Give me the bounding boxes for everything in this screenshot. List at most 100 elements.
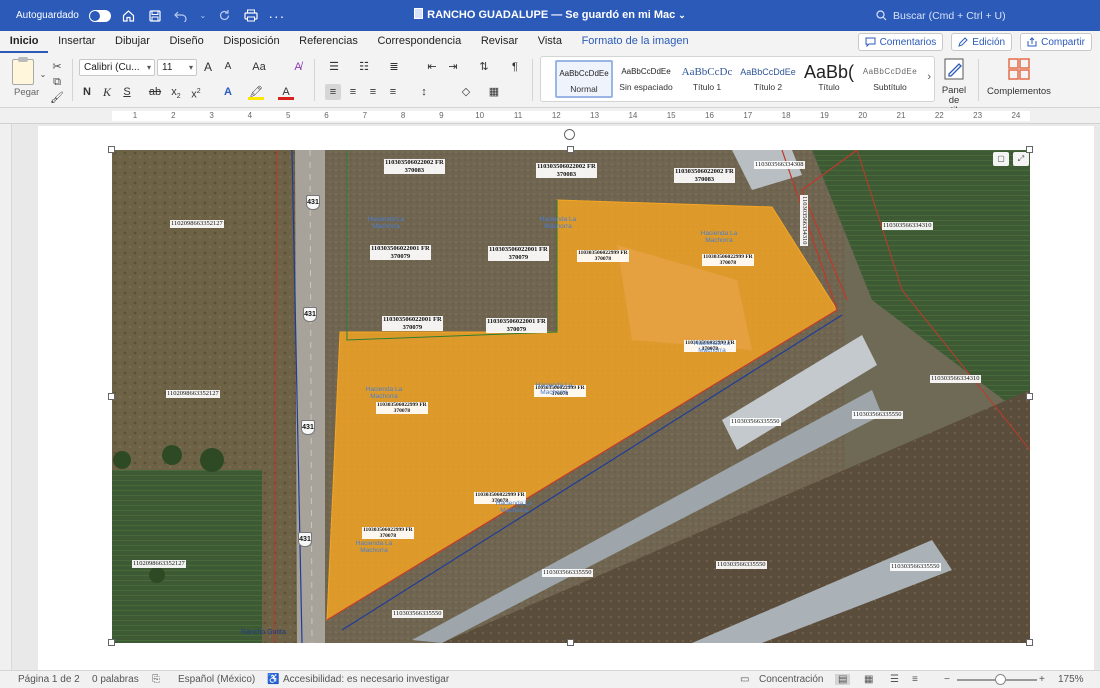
proofing-icon[interactable]: ⎘ bbox=[152, 674, 160, 685]
focus-mode[interactable]: Concentración bbox=[759, 674, 823, 685]
zoom-out-icon[interactable]: − bbox=[944, 674, 950, 685]
page-count[interactable]: Página 1 de 2 bbox=[18, 674, 80, 685]
highlight-icon[interactable]: 🖍 bbox=[248, 84, 264, 100]
resize-handle-e[interactable] bbox=[1026, 393, 1033, 400]
style-normal[interactable]: AaBbCcDdEe Normal bbox=[555, 60, 613, 98]
resize-handle-sw[interactable] bbox=[108, 639, 115, 646]
tab-dibujar[interactable]: Dibujar bbox=[105, 31, 159, 53]
map-image[interactable]: 431 431 431 431 1102098663352127 1102098… bbox=[112, 150, 1030, 643]
chevron-right-icon[interactable]: › bbox=[927, 71, 931, 83]
zoom-slider-thumb[interactable] bbox=[995, 674, 1006, 685]
web-layout-icon[interactable]: ▦ bbox=[864, 674, 873, 685]
numbering-icon[interactable]: ☷ bbox=[356, 59, 372, 75]
rotate-handle[interactable] bbox=[564, 129, 575, 140]
clipboard-icon[interactable] bbox=[12, 57, 34, 85]
chevron-down-icon[interactable]: ⌄ bbox=[36, 67, 50, 81]
font-color-button[interactable]: A bbox=[278, 84, 294, 100]
shading-icon[interactable]: ◇ bbox=[458, 84, 474, 100]
paste-label[interactable]: Pegar bbox=[14, 87, 39, 98]
tab-vista[interactable]: Vista bbox=[528, 31, 572, 53]
align-left-icon[interactable]: ≡ bbox=[325, 84, 341, 100]
redo-icon[interactable] bbox=[217, 8, 233, 24]
justify-icon[interactable]: ≡ bbox=[385, 84, 401, 100]
search-box[interactable]: Buscar (Cmd + Ctrl + U) bbox=[876, 7, 1086, 24]
tab-diseno[interactable]: Diseño bbox=[160, 31, 214, 53]
more-options-icon[interactable]: ··· bbox=[268, 8, 285, 24]
scissors-icon[interactable]: ✂ bbox=[50, 59, 64, 73]
style-titulo-1[interactable]: AaBbCcDc Título 1 bbox=[678, 60, 736, 98]
comments-button[interactable]: Comentarios bbox=[857, 33, 944, 51]
addins-button[interactable]: Complementos bbox=[986, 57, 1052, 97]
resize-handle-n[interactable] bbox=[567, 146, 574, 153]
copy-icon[interactable]: ⧉ bbox=[50, 75, 64, 89]
chevron-down-icon[interactable]: ⌄ bbox=[678, 10, 686, 20]
horizontal-ruler[interactable]: 1 2 3 4 5 6 7 8 9 10 11 12 13 14 15 16 17 18 19 20 21 22 23 24 bbox=[0, 108, 1100, 124]
focus-icon[interactable]: ▭ bbox=[740, 674, 749, 685]
language[interactable]: Español (México) bbox=[178, 674, 255, 685]
superscript-button[interactable]: x2 bbox=[188, 84, 204, 101]
zoom-in-icon[interactable]: + bbox=[1039, 674, 1045, 685]
change-case-button[interactable]: Aa bbox=[248, 59, 270, 75]
grow-font-button[interactable]: A bbox=[200, 59, 216, 75]
subscript-button[interactable]: x2 bbox=[168, 84, 184, 100]
zoom-level[interactable]: 175% bbox=[1058, 674, 1084, 685]
accessibility-status[interactable]: Accesibilidad: es necesario investigar bbox=[283, 674, 449, 685]
underline-button[interactable]: S bbox=[119, 84, 135, 100]
ruler-number: 4 bbox=[247, 111, 253, 120]
increase-indent-icon[interactable]: ⇥ bbox=[445, 59, 461, 75]
bold-button[interactable]: N bbox=[79, 84, 95, 100]
style-titulo-2[interactable]: AaBbCcDdEe Título 2 bbox=[739, 60, 797, 98]
show-formatting-button[interactable]: ¶ bbox=[507, 59, 523, 75]
resize-handle-w[interactable] bbox=[108, 393, 115, 400]
tab-correspondencia[interactable]: Correspondencia bbox=[368, 31, 471, 53]
tab-insertar[interactable]: Insertar bbox=[48, 31, 105, 53]
font-size-select[interactable]: 11 ▾ bbox=[157, 59, 197, 76]
style-sin-espaciado[interactable]: AaBbCcDdEe Sin espaciado bbox=[617, 60, 675, 98]
sort-icon[interactable]: ⇅ bbox=[476, 59, 492, 75]
share-button[interactable]: Compartir bbox=[1020, 33, 1092, 51]
strikethrough-button[interactable]: ab bbox=[147, 84, 163, 100]
clear-format-icon[interactable]: A̸ bbox=[290, 59, 306, 75]
bullets-icon[interactable]: ☰ bbox=[326, 59, 342, 75]
borders-icon[interactable]: ▦ bbox=[486, 84, 502, 100]
outline-icon[interactable]: ☰ bbox=[890, 674, 899, 685]
shrink-font-button[interactable]: A bbox=[220, 59, 236, 75]
italic-button[interactable]: K bbox=[99, 84, 115, 100]
draft-icon[interactable]: ≡ bbox=[912, 674, 918, 685]
align-right-icon[interactable]: ≡ bbox=[365, 84, 381, 100]
tab-formato-imagen[interactable]: Formato de la imagen bbox=[572, 31, 699, 53]
align-center-icon[interactable]: ≡ bbox=[345, 84, 361, 100]
vertical-ruler[interactable] bbox=[0, 124, 12, 670]
resize-handle-s[interactable] bbox=[567, 639, 574, 646]
decrease-indent-icon[interactable]: ⇤ bbox=[424, 59, 440, 75]
resize-handle-ne[interactable] bbox=[1026, 146, 1033, 153]
style-subtitulo[interactable]: AaBbCcDdEe Subtítulo bbox=[861, 60, 919, 98]
text-effects-button[interactable]: A bbox=[220, 84, 236, 100]
save-icon[interactable] bbox=[147, 8, 163, 24]
multilevel-list-icon[interactable]: ≣ bbox=[386, 59, 402, 75]
home-icon[interactable] bbox=[121, 8, 137, 24]
print-icon[interactable] bbox=[243, 8, 259, 24]
tab-disposicion[interactable]: Disposición bbox=[214, 31, 290, 53]
style-sample: AaBbCcDdEe bbox=[559, 69, 609, 78]
resize-handle-se[interactable] bbox=[1026, 639, 1033, 646]
autosave-toggle[interactable] bbox=[88, 9, 111, 22]
hacienda-label: Hacienda La Machorra bbox=[355, 540, 393, 554]
chevron-down-icon[interactable]: ⌄ bbox=[199, 8, 207, 24]
style-titulo[interactable]: AaBb( Título bbox=[800, 60, 858, 98]
tab-revisar[interactable]: Revisar bbox=[471, 31, 528, 53]
format-painter-icon[interactable]: 🖌 bbox=[50, 90, 64, 104]
print-layout-icon[interactable]: ▤ bbox=[835, 674, 851, 685]
word-count[interactable]: 0 palabras bbox=[92, 674, 139, 685]
line-spacing-icon[interactable]: ↕ bbox=[416, 84, 432, 100]
font-name-select[interactable]: Calibri (Cu... ▾ bbox=[79, 59, 155, 76]
map-expand-icon[interactable]: ⤢ bbox=[1013, 152, 1029, 166]
undo-icon[interactable] bbox=[173, 8, 189, 24]
tab-referencias[interactable]: Referencias bbox=[289, 31, 367, 53]
accessibility-icon[interactable]: ♿ bbox=[267, 674, 279, 685]
editing-button[interactable]: Edición bbox=[951, 33, 1013, 51]
resize-handle-nw[interactable] bbox=[108, 146, 115, 153]
map-fullscreen-icon[interactable]: ▢ bbox=[993, 152, 1009, 166]
document-title[interactable]: RANCHO GUADALUPE — Se guardó en mi Mac bbox=[427, 9, 675, 21]
tab-inicio[interactable]: Inicio bbox=[0, 31, 49, 53]
